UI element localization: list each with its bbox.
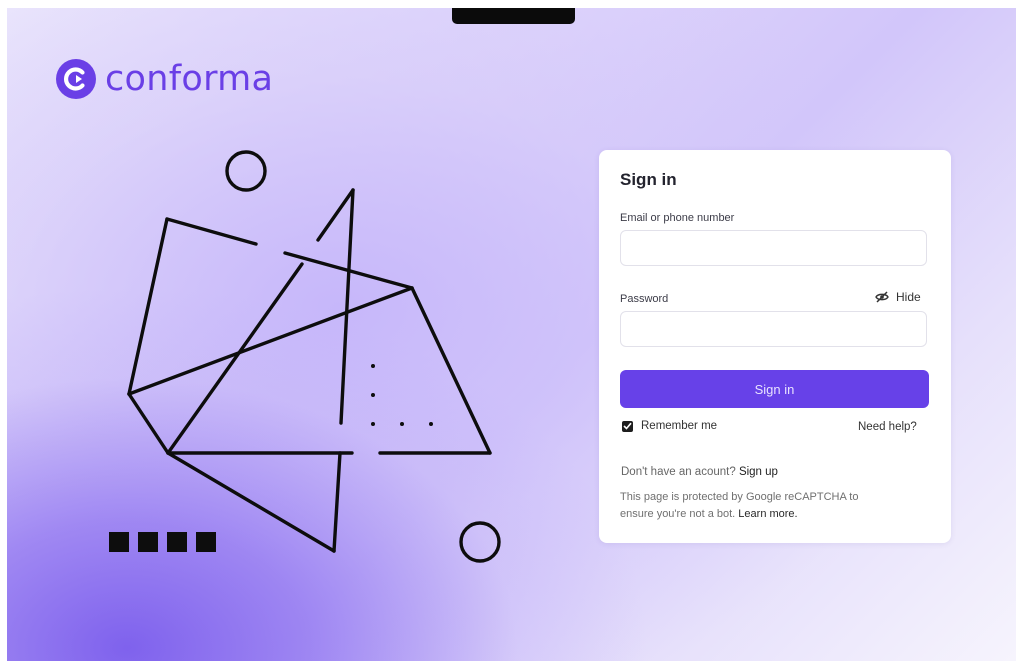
email-label: Email or phone number	[620, 212, 735, 224]
remember-me-checkbox[interactable]	[622, 420, 633, 432]
need-help-link[interactable]: Need help?	[858, 421, 917, 433]
signin-button[interactable]: Sign in	[620, 370, 929, 408]
signup-prompt-text: Don't have an acount?	[621, 466, 736, 478]
checkmark-icon	[623, 422, 632, 430]
eye-slash-icon	[875, 291, 889, 303]
remember-me-option[interactable]: Remember me	[622, 420, 717, 432]
hide-password-toggle[interactable]: Hide	[875, 290, 921, 304]
signup-prompt: Don't have an acount? Sign up	[621, 466, 778, 478]
password-label: Password	[620, 293, 669, 305]
recaptcha-notice: This page is protected by Google reCAPTC…	[620, 489, 890, 522]
email-field[interactable]	[620, 230, 927, 266]
signin-title: Sign in	[620, 170, 677, 189]
password-field[interactable]	[620, 311, 927, 347]
signin-card: Sign in Email or phone number Password H…	[599, 150, 951, 543]
remember-me-label: Remember me	[641, 420, 718, 432]
hide-label: Hide	[896, 290, 921, 304]
learn-more-link[interactable]: Learn more.	[738, 508, 797, 520]
signup-link[interactable]: Sign up	[739, 466, 778, 478]
